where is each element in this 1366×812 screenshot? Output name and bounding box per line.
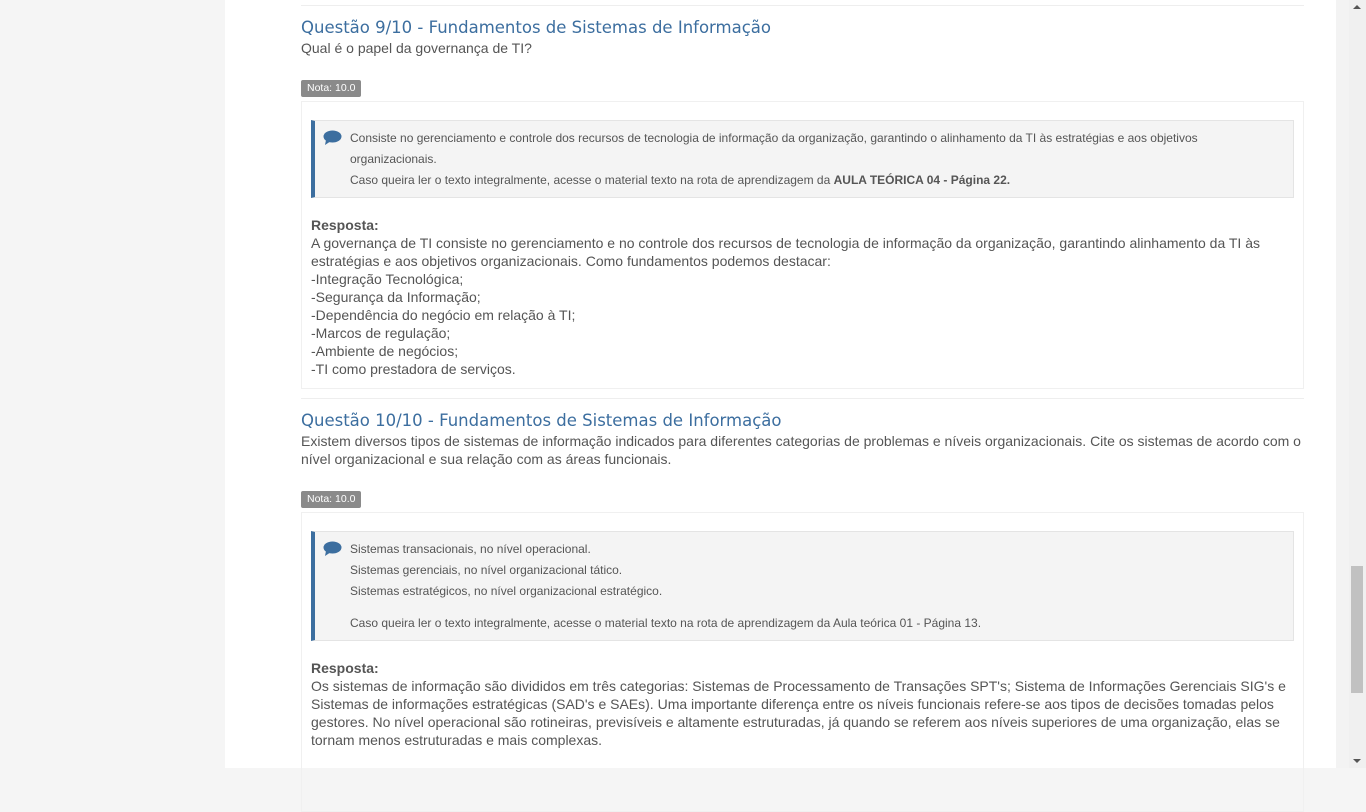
feedback-box: Sistemas transacionais, no nível operaci… [311,531,1294,641]
answer-line: A governança de TI consiste no gerenciam… [311,235,1260,269]
question-text: Qual é o papel da governança de TI? [301,40,532,56]
right-gutter [1336,0,1349,768]
reference-bold: AULA TEÓRICA 04 - Página 22. [833,173,1011,187]
feedback-text: Sistemas transacionais, no nível operaci… [350,542,591,556]
comment-icon [323,541,342,556]
reference-text: Caso queira ler o texto integralmente, a… [350,173,834,187]
scrollbar-thumb[interactable] [1351,566,1363,693]
question-title: Questão 9/10 - Fundamentos de Sistemas d… [301,18,772,37]
answer-line: -Dependência do negócio em relação à TI; [311,307,576,323]
grade-badge: Nota: 10.0 [301,80,362,97]
answer: Resposta: Os sistemas de informação são … [311,659,1294,749]
scroll-down-icon[interactable] [1353,759,1361,763]
answer-line: -Marcos de regulação; [311,325,451,341]
question-title: Questão 10/10 - Fundamentos de Sistemas … [301,411,782,430]
feedback-box: Consiste no gerenciamento e controle dos… [311,120,1294,198]
answer-box: Consiste no gerenciamento e controle dos… [301,101,1304,389]
question-10: Questão 10/10 - Fundamentos de Sistemas … [301,398,1304,812]
scroll-up-icon[interactable] [1353,5,1361,9]
grade-badge: Nota: 10.0 [301,491,362,508]
answer-line: -Ambiente de negócios; [311,343,459,359]
feedback-text: Sistemas gerenciais, no nível organizaci… [350,563,623,577]
scrollbar[interactable] [1349,0,1366,768]
answer-label: Resposta: [311,660,379,676]
answer-line: -Integração Tecnológica; [311,271,464,287]
question-text: Existem diversos tipos de sistemas de in… [301,433,1301,467]
feedback-reference: Caso queira ler o texto integralmente, a… [350,170,1283,191]
answer: Resposta: A governança de TI consiste no… [311,216,1294,378]
question-9: Questão 9/10 - Fundamentos de Sistemas d… [301,5,1304,389]
answer-label: Resposta: [311,217,379,233]
answer-line: -TI como prestadora de serviços. [311,361,516,377]
feedback-text: Consiste no gerenciamento e controle dos… [350,131,1198,166]
answer-text: Os sistemas de informação são divididos … [311,678,1286,748]
main-content: Questão 9/10 - Fundamentos de Sistemas d… [225,0,1336,812]
answer-box: Sistemas transacionais, no nível operaci… [301,512,1304,812]
feedback-text: Sistemas estratégicos, no nível organiza… [350,584,663,598]
comment-icon [323,130,342,145]
divider [301,5,1304,6]
divider [301,398,1304,399]
feedback-reference: Caso queira ler o texto integralmente, a… [350,616,982,630]
answer-line: -Segurança da Informação; [311,289,481,305]
